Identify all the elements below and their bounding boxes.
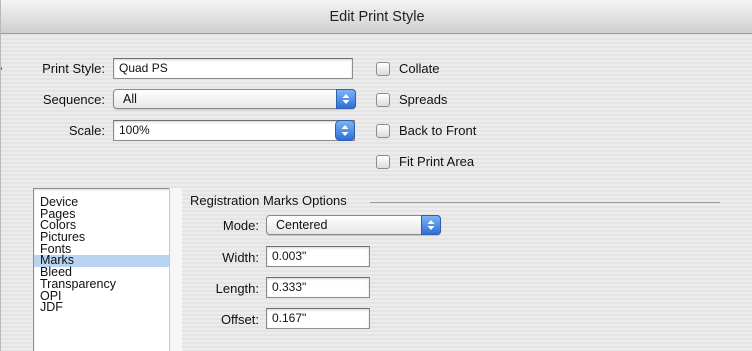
length-input[interactable]: 0.333" bbox=[266, 277, 370, 298]
popup-arrows-icon bbox=[421, 215, 441, 235]
group-divider bbox=[370, 202, 720, 203]
scale-input[interactable]: 100% bbox=[113, 120, 355, 141]
sequence-value: All bbox=[123, 92, 137, 106]
print-style-label: Print Style: bbox=[42, 61, 105, 76]
edit-print-style-dialog: Edit Print Style • Print Style: Quad PS … bbox=[0, 0, 752, 351]
mode-value: Centered bbox=[276, 218, 328, 232]
spreads-label: Spreads bbox=[399, 92, 448, 107]
print-style-input[interactable]: Quad PS bbox=[113, 58, 353, 79]
checkbox-box-icon bbox=[376, 124, 390, 138]
popup-arrows-icon bbox=[336, 89, 356, 109]
sequence-label: Sequence: bbox=[42, 92, 105, 107]
collate-label: Collate bbox=[399, 61, 440, 76]
list-scroll-track[interactable] bbox=[169, 188, 182, 351]
category-list[interactable]: Device Pages Colors Pictures Fonts Marks… bbox=[33, 188, 182, 351]
window-title: Edit Print Style bbox=[1, 0, 752, 34]
checkbox-box-icon bbox=[376, 93, 390, 107]
scale-stepper[interactable] bbox=[335, 120, 355, 141]
mode-label: Mode: bbox=[222, 218, 259, 233]
offset-label: Offset: bbox=[220, 312, 259, 327]
length-label: Length: bbox=[215, 281, 259, 296]
list-item-jdf[interactable]: JDF bbox=[34, 301, 181, 314]
width-input[interactable]: 0.003" bbox=[266, 246, 370, 267]
checkbox-box-icon bbox=[376, 62, 390, 76]
margin-marker: • bbox=[1, 64, 3, 75]
registration-group-title: Registration Marks Options bbox=[190, 193, 347, 208]
mode-popup[interactable]: Centered bbox=[266, 215, 441, 235]
scale-label: Scale: bbox=[68, 123, 105, 138]
checkbox-box-icon bbox=[376, 155, 390, 169]
fit-print-area-label: Fit Print Area bbox=[399, 154, 475, 169]
offset-input[interactable]: 0.167" bbox=[266, 308, 370, 329]
back-to-front-label: Back to Front bbox=[399, 123, 477, 138]
sequence-popup[interactable]: All bbox=[113, 89, 356, 109]
width-label: Width: bbox=[222, 250, 259, 265]
